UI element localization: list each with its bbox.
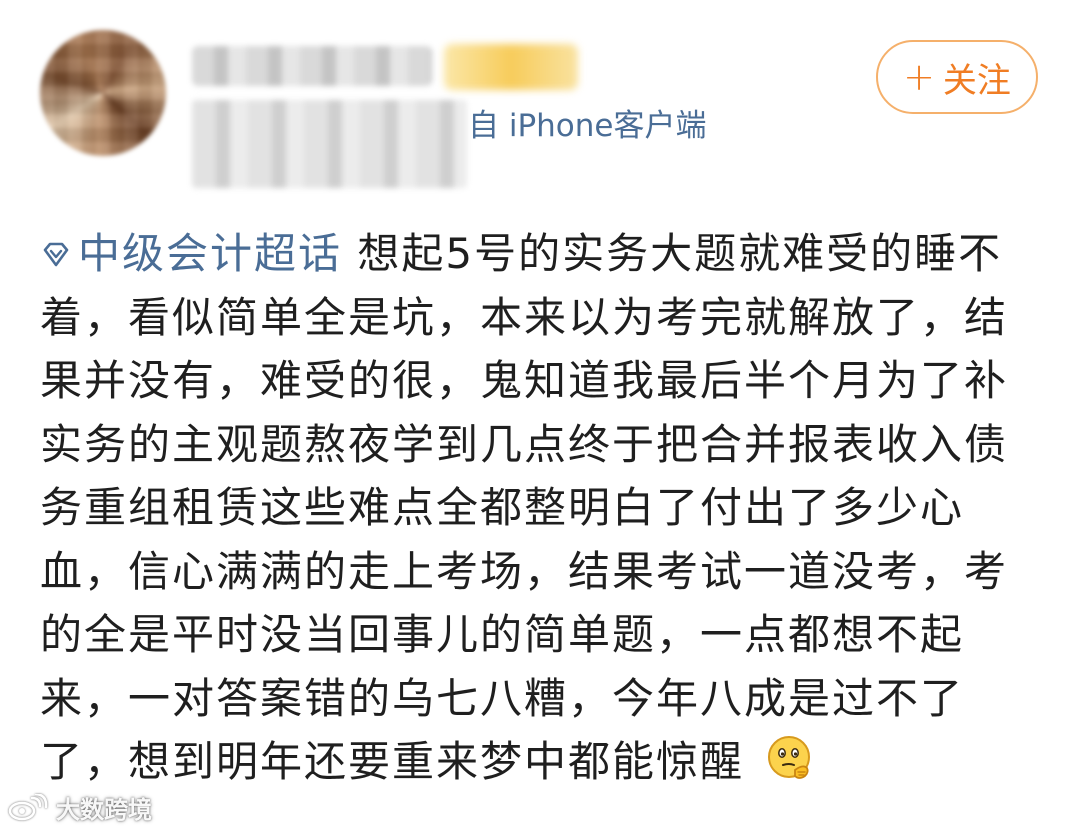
post-content: 中级会计超话 想起5号的实务大题就难受的睡不着，看似简单全是坑，本来以为考完就解… bbox=[40, 222, 1045, 794]
watermark: 大数跨境 bbox=[8, 790, 152, 825]
follow-label: 关注 bbox=[942, 60, 1011, 101]
supertopic-link[interactable]: 中级会计超话 bbox=[40, 229, 342, 278]
plus-icon: + bbox=[903, 55, 935, 99]
vip-badge-blurred bbox=[444, 44, 578, 90]
weibo-logo-icon bbox=[8, 793, 48, 820]
supertopic-diamond-icon bbox=[43, 242, 69, 267]
follow-button[interactable]: + 关注 bbox=[876, 40, 1038, 114]
post-body-text: 想起5号的实务大题就难受的睡不着，看似简单全是坑，本来以为考完就解放了，结果并没… bbox=[40, 229, 1009, 786]
user-avatar[interactable] bbox=[40, 30, 166, 156]
post-time-blurred bbox=[192, 100, 467, 188]
post-source: 自 iPhone客户端 bbox=[468, 108, 707, 144]
supertopic-label: 中级会计超话 bbox=[78, 229, 343, 278]
weibo-post-card: 自 iPhone客户端 + 关注 中级会计超话 想起5号的实务大题就难受的睡不着… bbox=[0, 0, 1080, 827]
username-blurred[interactable] bbox=[192, 46, 432, 86]
thinking-face-emoji-icon bbox=[768, 736, 811, 779]
watermark-text: 大数跨境 bbox=[56, 796, 152, 824]
